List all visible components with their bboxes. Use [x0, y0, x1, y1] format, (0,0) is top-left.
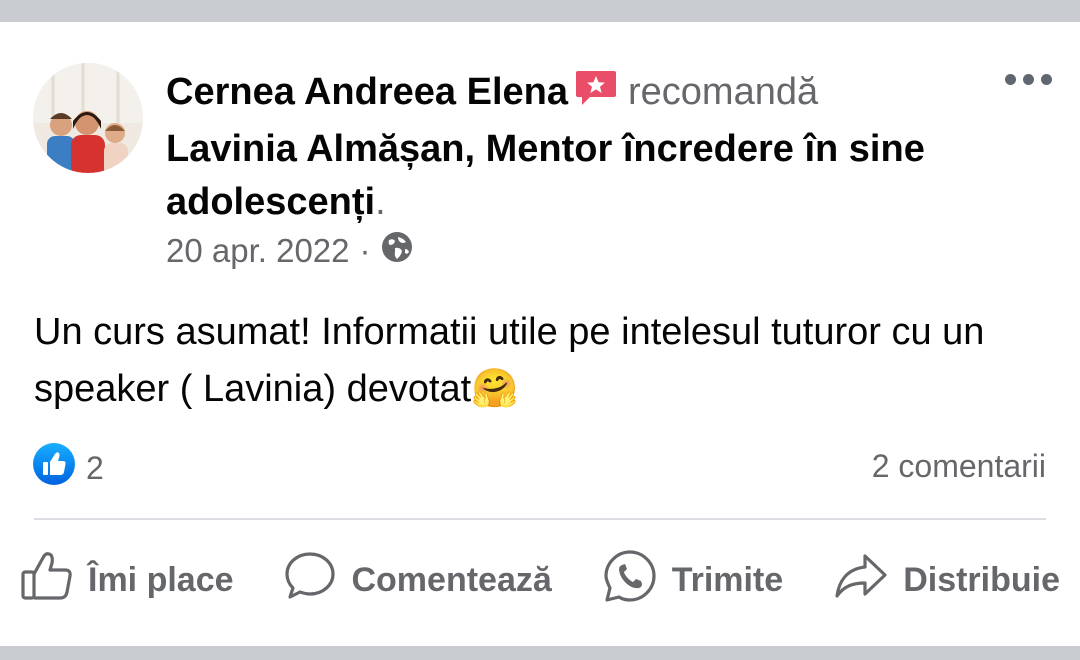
like-reaction-icon	[32, 442, 76, 494]
thumbs-up-icon	[20, 550, 74, 611]
like-label: Îmi place	[88, 560, 234, 599]
share-arrow-icon	[833, 551, 889, 610]
hugging-face-emoji: 🤗	[471, 366, 519, 410]
send-button[interactable]: Trimite	[602, 548, 783, 613]
meta-separator: ·	[359, 232, 371, 269]
whatsapp-icon	[602, 548, 658, 613]
more-dot	[1005, 74, 1016, 85]
like-count: 2	[86, 449, 104, 486]
post-card: Cernea Andreea Elena recomandă Lavinia Al…	[0, 22, 1080, 646]
comment-button[interactable]: Comentează	[283, 550, 552, 611]
comment-label: Comentează	[351, 560, 552, 599]
more-dot	[1041, 74, 1052, 85]
recommendation-star-badge-icon	[574, 68, 618, 123]
reactions-summary[interactable]: 2	[32, 442, 104, 494]
divider	[34, 518, 1046, 520]
post-meta: 20 apr. 2022 ·	[166, 231, 413, 271]
post-header: Cernea Andreea Elena recomandă Lavinia Al…	[166, 66, 926, 229]
recommended-page-name[interactable]: Lavinia Almășan, Mentor încredere în sin…	[166, 128, 925, 223]
comments-count[interactable]: 2 comentarii	[872, 448, 1046, 485]
header-period: .	[375, 181, 386, 223]
post-body: Un curs asumat! Informatii utile pe inte…	[34, 304, 1044, 417]
like-button[interactable]: Îmi place	[20, 550, 234, 611]
more-dot	[1023, 74, 1034, 85]
more-options-icon[interactable]	[1005, 74, 1052, 85]
action-bar: Îmi place Comentează Trimite Distribuie	[20, 548, 1060, 613]
post-date[interactable]: 20 apr. 2022	[166, 232, 350, 270]
author-avatar[interactable]	[33, 63, 143, 173]
share-button[interactable]: Distribuie	[833, 551, 1060, 610]
recommend-verb: recomandă	[628, 71, 819, 113]
share-label: Distribuie	[903, 560, 1060, 599]
author-name[interactable]: Cernea Andreea Elena	[166, 71, 568, 113]
globe-icon	[381, 231, 413, 271]
comment-bubble-icon	[283, 550, 337, 611]
send-label: Trimite	[671, 560, 784, 599]
avatar-photo	[33, 63, 143, 173]
